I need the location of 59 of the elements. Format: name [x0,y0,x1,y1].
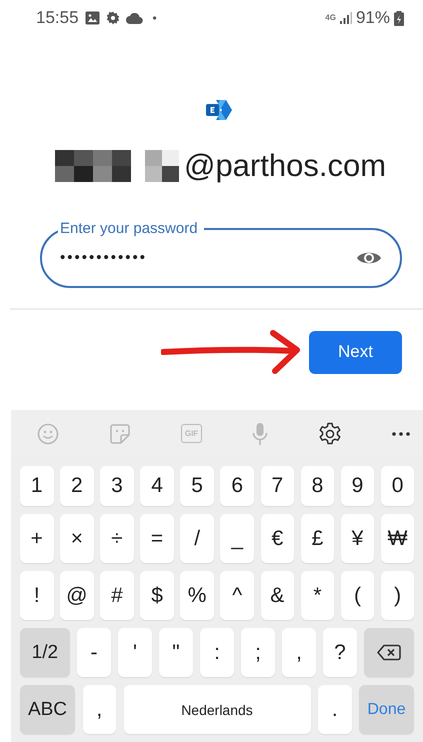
key[interactable]: 8 [300,466,334,506]
key[interactable]: - [77,628,111,677]
settings-icon [106,11,120,25]
key[interactable]: & [260,571,294,620]
key[interactable]: % [180,571,214,620]
more-icon[interactable] [392,432,410,436]
key[interactable]: , [282,628,316,677]
key[interactable]: 2 [60,466,94,506]
key[interactable]: ( [340,571,374,620]
key[interactable]: 0 [380,466,414,506]
network-type: 4G [325,14,336,22]
account-email: @parthos.com [184,148,386,184]
key[interactable]: 4 [140,466,174,506]
key[interactable]: _ [220,514,254,563]
key[interactable]: ) [380,571,414,620]
key[interactable]: : [200,628,234,677]
key[interactable]: ÷ [100,514,134,563]
key[interactable]: * [300,571,334,620]
key[interactable]: ¥ [340,514,374,563]
key[interactable]: 1 [20,466,54,506]
app-logo-icon [206,98,232,122]
image-icon [84,11,100,25]
key[interactable]: ? [323,628,357,677]
key[interactable]: $ [140,571,174,620]
battery-icon [394,10,404,26]
cloud-icon [126,12,143,24]
key[interactable]: + [20,514,54,563]
space-key[interactable]: Nederlands [124,685,310,734]
key[interactable]: ' [118,628,152,677]
backspace-icon [377,644,402,661]
key[interactable]: ^ [220,571,254,620]
key[interactable]: 7 [260,466,294,506]
key[interactable]: , [82,685,116,734]
key[interactable]: @ [60,571,94,620]
password-field[interactable]: Enter your password •••••••••••• [40,220,402,288]
next-button[interactable]: Next [309,330,402,374]
key[interactable]: × [60,514,94,563]
notification-dot: • [152,11,157,25]
key[interactable]: ₩ [380,514,414,563]
key[interactable]: € [260,514,294,563]
mode-key[interactable]: 1/2 [20,628,70,677]
key[interactable]: ! [20,571,54,620]
key[interactable]: " [159,628,193,677]
mode-key[interactable]: ABC [20,685,75,734]
key[interactable]: / [180,514,214,563]
key[interactable]: 6 [220,466,254,506]
battery-percent: 91% [356,8,390,28]
key[interactable]: ; [241,628,275,677]
signal-icon [340,12,352,24]
key[interactable]: £ [300,514,334,563]
backspace-key[interactable] [364,628,414,677]
settings-icon[interactable] [318,422,342,446]
key[interactable]: = [140,514,174,563]
clock-time: 15:55 [36,8,79,28]
key[interactable]: # [100,571,134,620]
key[interactable]: 5 [180,466,214,506]
key[interactable]: 3 [100,466,134,506]
key[interactable]: 9 [340,466,374,506]
key[interactable]: . [318,685,352,734]
